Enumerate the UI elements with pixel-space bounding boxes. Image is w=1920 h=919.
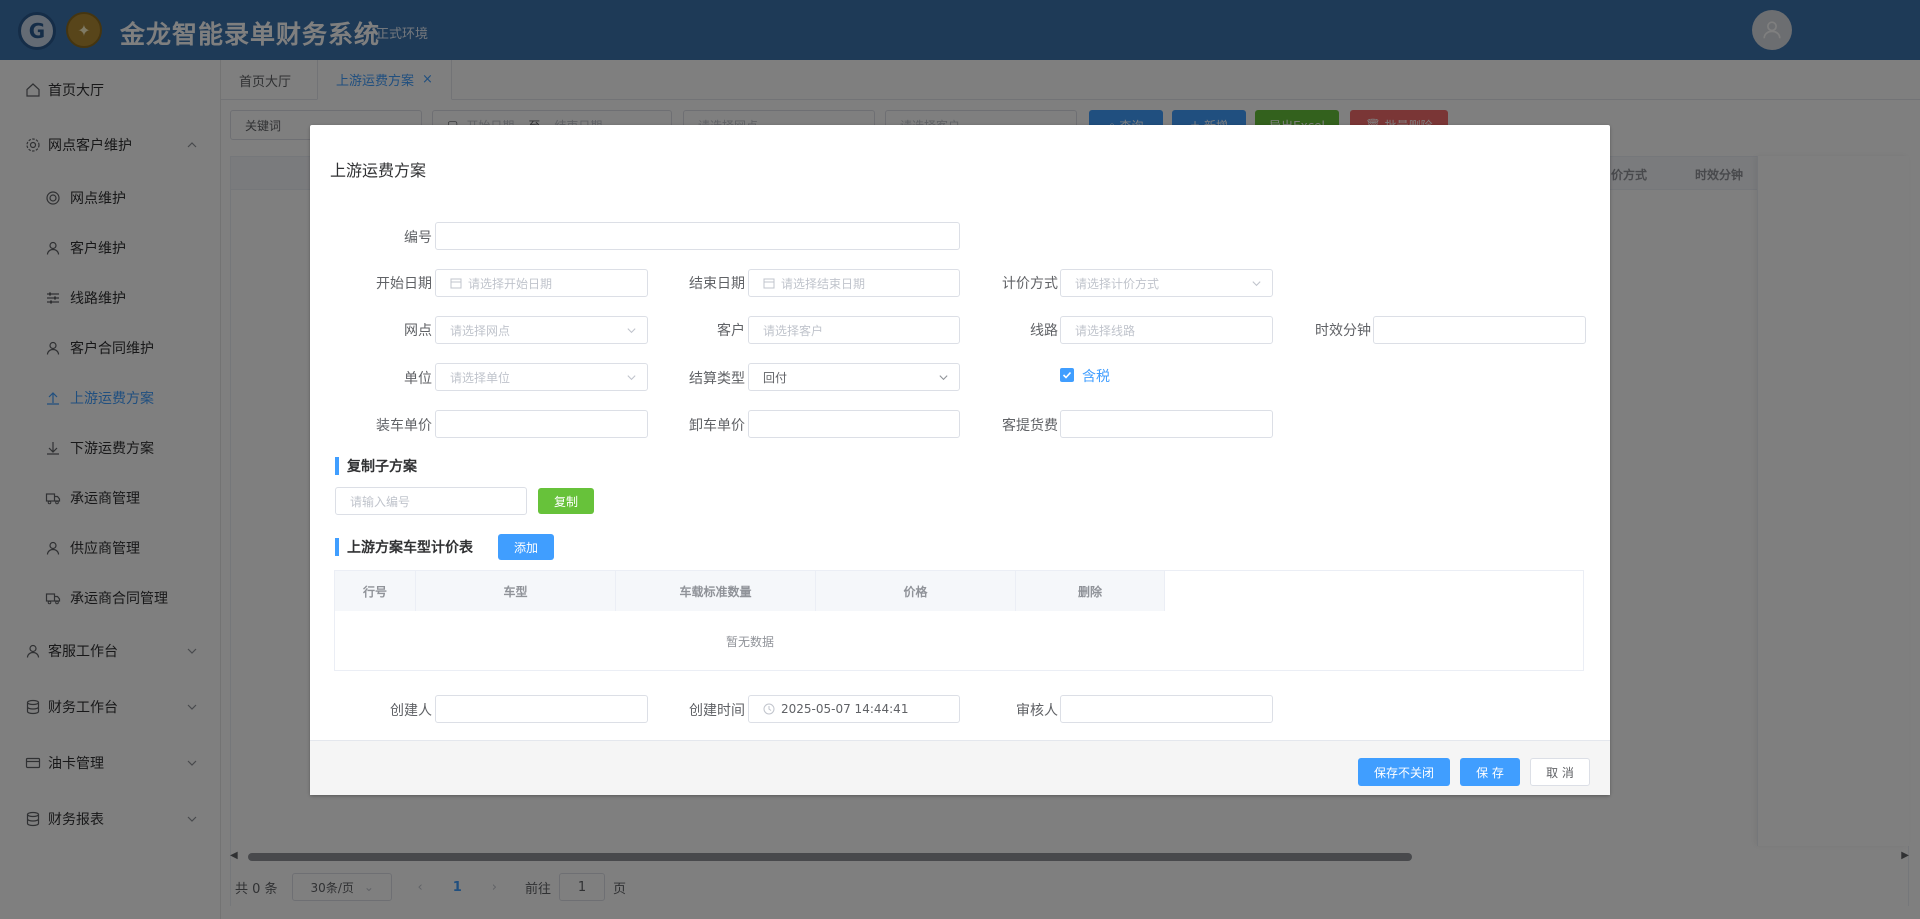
reviewer-label: 审核人 xyxy=(1016,703,1058,719)
settlement-type-label: 结算类型 xyxy=(689,371,745,387)
pricing-method-label: 计价方式 xyxy=(1002,276,1058,292)
calendar-icon xyxy=(450,278,462,289)
unit-label: 单位 xyxy=(404,371,432,387)
chevron-down-icon xyxy=(627,328,636,334)
start-date-placeholder: 请选择开始日期 xyxy=(468,276,553,291)
end-date-placeholder: 请选择结束日期 xyxy=(781,276,866,291)
dialog-title: 上游运费方案 xyxy=(330,161,427,180)
dialog-footer: 保存不关闭 保 存 取 消 xyxy=(310,740,1610,795)
created-time-label: 创建时间 xyxy=(689,703,745,719)
customer-label: 客户 xyxy=(717,323,745,339)
creator-label: 创建人 xyxy=(390,703,432,719)
start-date-picker[interactable]: 请选择开始日期 xyxy=(435,269,648,297)
save-button[interactable]: 保 存 xyxy=(1460,758,1520,786)
chevron-down-icon xyxy=(1252,281,1261,287)
end-date-label: 结束日期 xyxy=(689,276,745,292)
creator-input[interactable] xyxy=(435,695,648,723)
settlement-type-value: 回付 xyxy=(763,370,788,385)
empty-text: 暂无数据 xyxy=(725,635,774,649)
code-input[interactable] xyxy=(435,222,960,250)
created-time-value: 2025-05-07 14:44:41 xyxy=(781,702,909,716)
route-label: 线路 xyxy=(1030,323,1058,339)
timeliness-label: 时效分钟 xyxy=(1315,323,1371,339)
unit-placeholder: 请选择单位 xyxy=(450,370,511,385)
copy-section-title: 复制子方案 xyxy=(335,457,417,475)
pickup-fee-input[interactable] xyxy=(1060,410,1273,438)
code-label: 编号 xyxy=(404,230,432,246)
unloading-price-label: 卸车单价 xyxy=(689,418,745,434)
unit-select[interactable]: 请选择单位 xyxy=(435,363,648,391)
copy-code-input[interactable]: 请输入编号 xyxy=(335,487,527,515)
loading-price-input[interactable] xyxy=(435,410,648,438)
chevron-down-icon xyxy=(627,375,636,381)
timeliness-input[interactable] xyxy=(1373,316,1586,344)
chevron-down-icon xyxy=(939,375,948,381)
route-input[interactable]: 请选择线路 xyxy=(1060,316,1273,344)
tax-included-checkbox[interactable] xyxy=(1060,368,1074,382)
loading-price-label: 装车单价 xyxy=(376,418,432,434)
site-select[interactable]: 请选择网点 xyxy=(435,316,648,344)
vehicle-section-title: 上游方案车型计价表 xyxy=(335,538,473,556)
site-placeholder: 请选择网点 xyxy=(450,323,511,338)
col-vehicle-type: 车型 xyxy=(416,571,616,611)
upstream-freight-dialog: 上游运费方案 编号 开始日期 请选择开始日期 结束日期 请选择结束日期 计价方式… xyxy=(310,125,1610,795)
copy-button[interactable]: 复制 xyxy=(538,488,594,514)
copy-code-placeholder: 请输入编号 xyxy=(350,494,411,509)
calendar-icon xyxy=(763,278,775,289)
customer-input[interactable]: 请选择客户 xyxy=(748,316,960,344)
customer-placeholder: 请选择客户 xyxy=(763,323,824,338)
pricing-method-select[interactable]: 请选择计价方式 xyxy=(1060,269,1273,297)
reviewer-input[interactable] xyxy=(1060,695,1273,723)
created-time-picker[interactable]: 2025-05-07 14:44:41 xyxy=(748,695,960,723)
cancel-button[interactable]: 取 消 xyxy=(1530,758,1590,786)
col-delete: 删除 xyxy=(1016,571,1165,611)
col-row-no: 行号 xyxy=(335,571,416,611)
pickup-fee-label: 客提货费 xyxy=(1002,418,1058,434)
unloading-price-input[interactable] xyxy=(748,410,960,438)
route-placeholder: 请选择线路 xyxy=(1075,323,1136,338)
check-icon xyxy=(1062,371,1072,379)
settlement-type-select[interactable]: 回付 xyxy=(748,363,960,391)
col-price: 价格 xyxy=(816,571,1016,611)
tax-included-label[interactable]: 含税 xyxy=(1082,366,1110,386)
pricing-method-placeholder: 请选择计价方式 xyxy=(1075,276,1160,291)
clock-icon xyxy=(763,703,775,715)
col-standard-qty: 车载标准数量 xyxy=(616,571,816,611)
end-date-picker[interactable]: 请选择结束日期 xyxy=(748,269,960,297)
save-no-close-button[interactable]: 保存不关闭 xyxy=(1358,758,1450,786)
add-row-button[interactable]: 添加 xyxy=(498,534,554,560)
vehicle-table-header: 行号 车型 车载标准数量 价格 删除 xyxy=(335,571,1165,611)
start-date-label: 开始日期 xyxy=(376,276,432,292)
site-label: 网点 xyxy=(404,323,432,339)
vehicle-pricing-table: 行号 车型 车载标准数量 价格 删除 暂无数据 xyxy=(334,570,1584,671)
